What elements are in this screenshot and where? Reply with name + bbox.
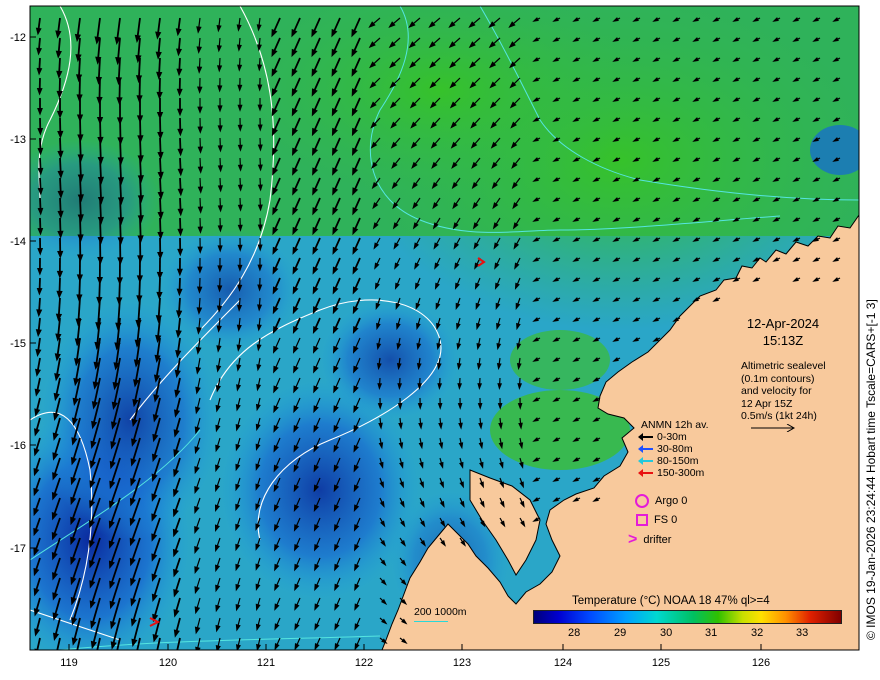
anmn-title: ANMN 12h av. — [641, 419, 709, 431]
anmn-label: 150-300m — [657, 467, 705, 479]
depth-key-line — [414, 621, 448, 622]
lat-label: -17 — [10, 543, 26, 555]
lat-label: -16 — [10, 440, 26, 452]
argo-circle-icon — [635, 494, 649, 508]
altimetry-note: Altimetric sealevel (0.1m contours) and … — [741, 360, 826, 435]
lon-label: 125 — [652, 657, 670, 669]
fs-legend: FS 0 — [636, 514, 677, 526]
velocity-arrow-head — [133, 659, 138, 665]
altimetry-line: Altimetric sealevel — [741, 360, 826, 372]
altimetry-line: (0.1m contours) — [741, 372, 815, 385]
colorbar-title: Temperature (°C) NOAA 18 47% ql>=4 — [572, 595, 770, 607]
lon-label: 122 — [355, 657, 373, 669]
lon-label: 121 — [257, 657, 275, 669]
altimetry-line: 0.5m/s (1kt 24h) — [741, 410, 817, 422]
altimetry-line: 12 Apr 15Z — [741, 397, 793, 410]
velocity-arrow-head — [54, 653, 59, 659]
velocity-arrow-head — [154, 655, 159, 661]
colorbar-tick: 32 — [751, 627, 764, 639]
arrow-key-icon — [638, 469, 653, 477]
date-time: 15:13Z — [762, 333, 804, 348]
velocity-arrow-head — [92, 662, 97, 668]
fs-label: FS 0 — [654, 514, 678, 526]
lat-label: -12 — [10, 32, 26, 44]
arrow-key-icon — [638, 433, 653, 441]
anmn-row: 30-80m — [638, 443, 709, 455]
map-date: 12-Apr-2024 15:13Z — [740, 315, 826, 349]
temperature-colorbar — [533, 610, 842, 624]
altimetry-line: and velocity for — [741, 385, 812, 397]
anmn-row: 0-30m — [638, 431, 709, 443]
anmn-row: 80-150m — [638, 455, 709, 467]
drifter-legend: > drifter — [628, 531, 672, 548]
colorbar-tick: 31 — [705, 627, 718, 639]
lon-label: 120 — [159, 657, 177, 669]
colorbar-tick: 30 — [660, 627, 673, 639]
lon-label: 123 — [453, 657, 471, 669]
lon-label: 126 — [752, 657, 770, 669]
anmn-legend: ANMN 12h av. 0-30m 30-80m 80-150m 150-30… — [638, 419, 709, 479]
arrow-key-icon — [638, 457, 653, 465]
date-day: 12-Apr-2024 — [746, 316, 820, 331]
colorbar-tick: 29 — [614, 627, 627, 639]
drifter-chevron-icon: > — [628, 531, 638, 548]
lat-label: -13 — [10, 134, 26, 146]
velocity-arrow-head — [112, 662, 117, 668]
anmn-label: 0-30m — [657, 431, 687, 443]
anmn-label: 30-80m — [657, 443, 693, 455]
velocity-arrow-head — [174, 649, 177, 650]
colorbar-tick: 28 — [568, 627, 581, 639]
argo-legend: Argo 0 — [635, 494, 687, 508]
argo-label: Argo 0 — [655, 495, 688, 507]
colorbar-tick: 33 — [796, 627, 809, 639]
scale-arrow-icon — [751, 423, 796, 432]
fs-square-icon — [636, 514, 648, 526]
lon-label: 124 — [554, 657, 572, 669]
credit-text: © IMOS 19-Jan-2026 23:24:44 Hobart time … — [864, 299, 878, 640]
lon-label: 119 — [60, 657, 78, 669]
lat-label: -14 — [10, 236, 26, 248]
anmn-row: 150-300m — [638, 467, 709, 479]
lat-label: -15 — [10, 338, 26, 350]
anmn-label: 80-150m — [657, 455, 699, 467]
arrow-key-icon — [638, 445, 653, 453]
depth-key-label: 200 1000m — [414, 606, 467, 618]
drifter-label: drifter — [643, 534, 672, 546]
